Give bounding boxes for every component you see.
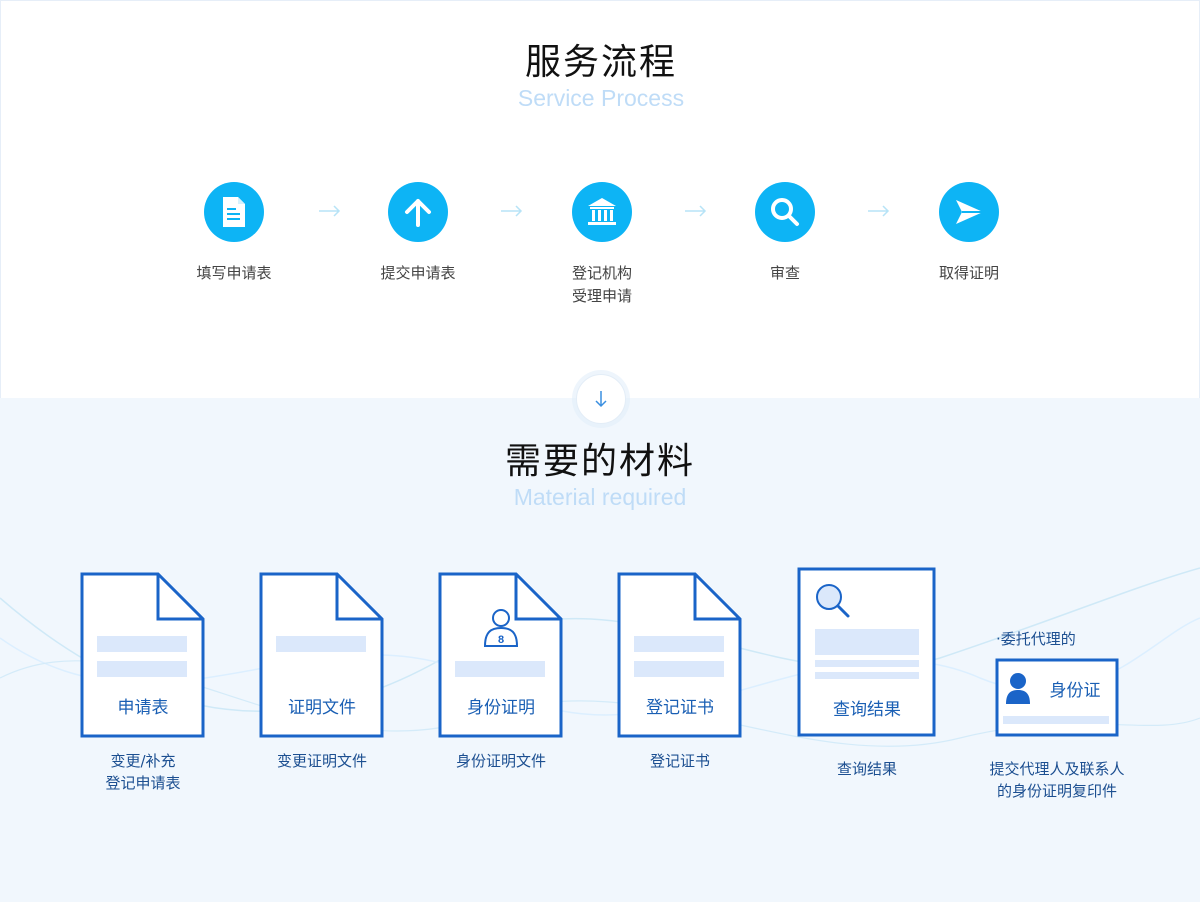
doc-caption: 登记证书 xyxy=(649,752,710,770)
step-registry-accept: 登记机构 受理申请 xyxy=(527,182,677,308)
materials-section: 需要的材料 Material required 申请表 变更/补充 登记申请表 … xyxy=(0,398,1200,902)
send-icon xyxy=(939,182,999,242)
step-label: 登记机构 受理申请 xyxy=(571,264,632,305)
doc-caption: 变更/补充 登记申请表 xyxy=(105,752,181,792)
step-review: 审查 xyxy=(710,182,860,285)
doc-label: 查询结果 xyxy=(833,700,901,720)
step-label: 取得证明 xyxy=(938,264,999,282)
arrow-right-icon xyxy=(868,205,890,217)
magnifier-icon xyxy=(755,182,815,242)
doc-caption: 查询结果 xyxy=(836,760,897,778)
scroll-down-button[interactable] xyxy=(576,374,626,424)
svg-text:8: 8 xyxy=(498,634,504,646)
doc-caption: 提交代理人及联系人 的身份证明复印件 xyxy=(989,760,1125,800)
magnifier-icon xyxy=(816,584,850,618)
materials-title: 需要的材料 xyxy=(504,441,695,482)
arrow-right-icon xyxy=(685,205,707,217)
doc-query-result: 查询结果 xyxy=(797,567,937,737)
doc-label: 申请表 xyxy=(117,698,169,718)
service-subtitle: Service Process xyxy=(517,85,685,111)
arrow-down-icon xyxy=(595,391,607,408)
doc-caption: 变更证明文件 xyxy=(276,752,367,770)
step-label: 填写申请表 xyxy=(196,264,272,282)
doc-label: 身份证 xyxy=(1049,681,1101,701)
step-label: 审查 xyxy=(769,264,800,282)
proxy-note: ·委托代理的 xyxy=(996,630,1076,648)
service-process-section: 服务流程 Service Process 填写申请表 提交申请表 登记机构 受理… xyxy=(0,0,1200,398)
service-title: 服务流程 xyxy=(524,42,677,83)
materials-subtitle: Material required xyxy=(513,484,687,510)
upload-arrow-icon xyxy=(388,182,448,242)
doc-id-card: 身份证 xyxy=(995,658,1119,738)
doc-application-form: 申请表 xyxy=(80,572,206,738)
bank-icon xyxy=(572,182,632,242)
doc-identity-proof: 8 身份证明 xyxy=(438,572,564,738)
doc-label: 登记证书 xyxy=(646,698,714,718)
arrow-right-icon xyxy=(501,205,523,217)
doc-proof-file: 证明文件 xyxy=(259,572,385,738)
arrow-right-icon xyxy=(319,205,341,217)
doc-registration-certificate: 登记证书 xyxy=(617,572,743,738)
doc-label: 身份证明 xyxy=(467,698,535,718)
doc-caption: 身份证明文件 xyxy=(455,752,546,770)
doc-label: 证明文件 xyxy=(288,698,356,718)
document-icon xyxy=(204,182,264,242)
step-fill-form: 填写申请表 xyxy=(159,182,309,285)
step-submit-form: 提交申请表 xyxy=(343,182,493,285)
step-get-certificate: 取得证明 xyxy=(894,182,1044,285)
person-badge-icon: 8 xyxy=(483,609,519,647)
step-label: 提交申请表 xyxy=(380,264,456,282)
